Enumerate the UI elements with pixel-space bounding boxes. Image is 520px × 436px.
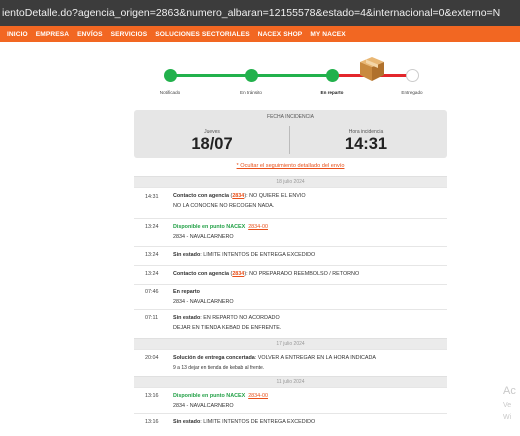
event-time: 13:24 — [145, 224, 159, 230]
incidence-date: 18/07 — [191, 135, 233, 153]
incidence-time: 14:31 — [344, 135, 388, 153]
activation-watermark: Ve — [503, 402, 512, 409]
shipment-progress-tracker: Notificado En tránsito En reparto Entreg… — [0, 42, 520, 102]
event-time: 13:16 — [145, 393, 159, 399]
timeline-event: 20:04 Solución de entrega concertada: VO… — [134, 349, 447, 376]
timeline-event: 13:16 Disponible en punto NACEX 2834-00 … — [134, 387, 447, 413]
event-time: 20:04 — [145, 355, 159, 361]
timeline-event: 13:16 Sin estado: LIMITE INTENTOS DE ENT… — [134, 413, 447, 432]
event-detail: 2834 - NAVALCARNERO — [173, 298, 234, 305]
event-text: : EN REPARTO NO ACORDADO — [200, 315, 280, 321]
step-label-en-reparto: En reparto — [320, 90, 344, 95]
event-time: 14:31 — [145, 194, 159, 200]
nav-item-empresa[interactable]: EMPRESA — [36, 31, 69, 38]
event-detail: 9 a 13 dejar en tienda de kebab al frent… — [173, 364, 265, 371]
event-title: Contacto con agencia — [173, 271, 230, 277]
step-dot-en-reparto — [326, 69, 339, 82]
timeline-event: 13:24 Sin estado: LIMITE INTENTOS DE ENT… — [134, 246, 447, 265]
incidence-panel: FECHA INCIDENCIA Jueves 18/07 Hora incid… — [134, 110, 447, 158]
timeline-event: 07:46 En reparto 2834 - NAVALCARNERO — [134, 284, 447, 309]
date-header: 11 julio 2024 — [134, 376, 447, 387]
event-time: 07:46 — [145, 289, 159, 295]
event-text: : VOLVER A ENTREGAR EN LA HORA INDICADA — [254, 355, 377, 361]
nav-item-soluciones-sectoriales[interactable]: SOLUCIONES SECTORIALES — [155, 31, 249, 38]
event-title: Contacto con agencia — [173, 193, 230, 199]
event-time: 13:24 — [145, 271, 159, 277]
pickup-point-link[interactable]: 2834-00 — [248, 393, 268, 399]
event-text: : LIMITE INTENTOS DE ENTREGA EXCEDIDO — [200, 419, 316, 425]
event-text: : NO QUIERE EL ENVIO — [246, 193, 306, 199]
timeline-event: 13:24 Disponible en punto NACEX 2834-00 … — [134, 218, 447, 246]
event-detail: 2834 - NAVALCARNERO — [173, 402, 234, 409]
incidence-title: FECHA INCIDENCIA — [267, 114, 314, 120]
main-nav: INICIO EMPRESA ENVÍOS SERVICIOS SOLUCION… — [0, 26, 520, 42]
event-detail: DEJAR EN TIENDA KEBAD DE ENFRENTE. — [173, 324, 282, 331]
event-time: 07:11 — [145, 315, 159, 321]
event-title: Solución de entrega concertada — [173, 355, 255, 361]
agency-code-link[interactable]: 2834 — [232, 271, 244, 277]
timeline-event: 07:11 Sin estado: EN REPARTO NO ACORDADO… — [134, 309, 447, 338]
activation-watermark: Ac — [503, 385, 516, 397]
package-icon — [360, 57, 384, 81]
nav-item-my-nacex[interactable]: MY NACEX — [310, 31, 346, 38]
event-text: : NO PREPARADO REEMBOLSO / RETORNO — [246, 271, 360, 277]
agency-code-link[interactable]: 2834 — [232, 193, 244, 199]
event-detail: 2834 - NAVALCARNERO — [173, 233, 234, 240]
pickup-point-link[interactable]: 2834-00 — [248, 224, 268, 230]
activation-watermark: Wi — [503, 414, 512, 421]
step-label-notificado: Notificado — [159, 90, 181, 95]
event-text: : LIMITE INTENTOS DE ENTREGA EXCEDIDO — [200, 252, 316, 258]
event-title: Sin estado — [173, 419, 201, 425]
event-title: Sin estado — [173, 252, 201, 258]
hide-tracking-link[interactable]: * Ocultar el seguimiento detallado del e… — [134, 163, 447, 169]
nav-item-envios[interactable]: ENVÍOS — [77, 31, 103, 38]
timeline-event: 13:24 Contacto con agencia (2834): NO PR… — [134, 265, 447, 284]
event-time: 13:24 — [145, 252, 159, 258]
event-time: 13:16 — [145, 419, 159, 425]
date-header: 18 julio 2024 — [134, 176, 447, 187]
nav-item-nacex-shop[interactable]: NACEX SHOP — [258, 31, 303, 38]
timeline-event: 14:31 Contacto con agencia (2834): NO QU… — [134, 187, 447, 218]
step-dot-entregado — [406, 69, 419, 82]
date-header: 17 julio 2024 — [134, 338, 447, 349]
event-title: Sin estado — [173, 315, 201, 321]
event-detail: NO LA CONOCNE NO RECOGEN NADA. — [173, 202, 275, 209]
step-label-entregado: Entregado — [401, 90, 423, 95]
step-dot-en-transito — [245, 69, 258, 82]
step-dot-notificado — [164, 69, 177, 82]
event-title: En reparto — [173, 289, 200, 295]
step-label-en-transito: En tránsito — [240, 90, 262, 95]
nav-item-inicio[interactable]: INICIO — [7, 31, 28, 38]
incidence-divider — [289, 126, 290, 154]
event-title: Disponible en punto NACEX — [173, 393, 246, 399]
nav-item-servicios[interactable]: SERVICIOS — [111, 31, 148, 38]
address-bar[interactable]: ientoDetalle.do?agencia_origen=2863&nume… — [0, 0, 520, 26]
event-title: Disponible en punto NACEX — [173, 224, 246, 230]
tracking-timeline: 18 julio 2024 14:31 Contacto con agencia… — [134, 176, 447, 432]
